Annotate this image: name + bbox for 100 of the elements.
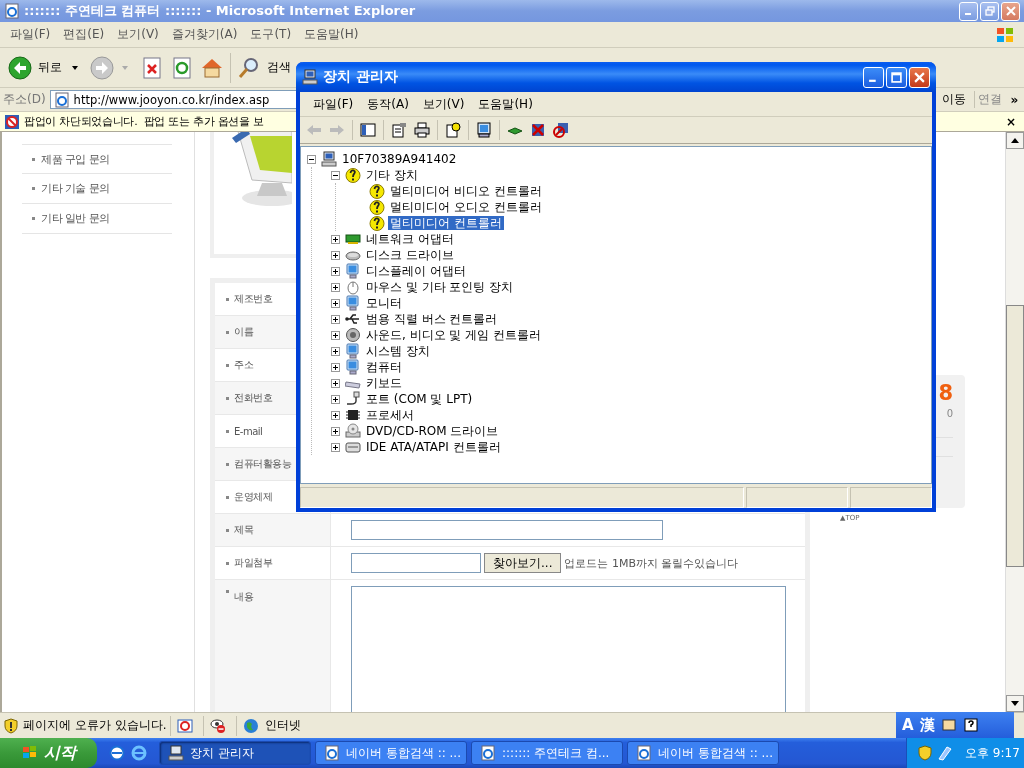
back-label[interactable]: 뒤로 (38, 59, 62, 76)
tree-item[interactable]: 범용 직렬 버스 컨트롤러 (364, 312, 500, 326)
expand-icon[interactable] (331, 314, 340, 324)
menu-item[interactable]: 편집(E) (57, 26, 112, 43)
browse-button[interactable]: 찾아보기... (484, 553, 562, 573)
menu-item[interactable]: 보기(V) (415, 95, 472, 113)
taskbar-button[interactable]: 네이버 통합검색 :: ... (315, 741, 467, 765)
collapse-icon[interactable] (331, 170, 340, 180)
menu-item[interactable]: 보기(V) (111, 26, 166, 43)
close-button[interactable]: × (1001, 114, 1020, 129)
restore-button[interactable] (980, 1, 999, 21)
tree-item[interactable]: IDE ATA/ATAPI 컨트롤러 (364, 440, 503, 454)
properties-icon[interactable] (391, 122, 407, 138)
close-icon[interactable] (1005, 6, 1016, 16)
close-icon[interactable] (914, 71, 925, 83)
disable-icon[interactable] (553, 122, 569, 138)
start-button[interactable]: 시작 (0, 738, 97, 768)
tree-item[interactable]: DVD/CD-ROM 드라이브 (364, 424, 501, 438)
maximize-button[interactable] (886, 66, 907, 88)
shield-icon[interactable] (917, 745, 933, 761)
help-icon[interactable] (445, 122, 461, 138)
search-label[interactable]: 검색 (267, 59, 291, 76)
page-icon[interactable] (636, 745, 652, 761)
expand-icon[interactable] (331, 346, 340, 356)
expand-icon[interactable] (331, 362, 340, 372)
tree-item[interactable]: 포트 (COM 및 LPT) (364, 392, 475, 406)
browser-icon[interactable] (109, 745, 125, 761)
minimize-button[interactable] (863, 66, 884, 88)
menu-item[interactable]: 도구(T) (244, 26, 299, 43)
expand-icon[interactable] (331, 282, 340, 292)
menu-item[interactable]: 도움말(H) (471, 95, 540, 113)
expand-icon[interactable] (331, 394, 340, 404)
tree-item[interactable]: 모니터 (364, 296, 404, 310)
tray-app-icon[interactable] (937, 745, 953, 761)
language-indicator[interactable]: A (902, 716, 914, 734)
menu-item[interactable]: 도움말(H) (298, 26, 366, 43)
tree-item[interactable]: 10F70389A941402 (340, 152, 459, 166)
sidebar-link[interactable]: 제품 구입 문의 (41, 151, 110, 167)
scroll-up-icon[interactable] (1011, 138, 1019, 143)
scrollbar[interactable] (1005, 132, 1024, 712)
caret-icon[interactable] (72, 65, 78, 70)
minimize-button[interactable] (959, 1, 978, 21)
more-chevron[interactable]: » (1008, 92, 1021, 107)
tree-item[interactable]: 시스템 장치 (364, 344, 432, 358)
tree-item[interactable]: 마우스 및 기타 포인팅 장치 (364, 280, 516, 294)
tree-item[interactable]: 멀티미디어 컨트롤러 (388, 216, 504, 230)
expand-icon[interactable] (331, 266, 340, 276)
scroll-down-icon[interactable] (1011, 701, 1019, 706)
expand-icon[interactable] (331, 442, 340, 452)
expand-icon[interactable] (331, 298, 340, 308)
tree-item[interactable]: 디스크 드라이브 (364, 248, 456, 262)
help-icon[interactable] (962, 717, 979, 733)
expand-icon[interactable] (331, 250, 340, 260)
tree-item[interactable]: 기타 장치 (364, 168, 420, 182)
menu-item[interactable]: 파일(F) (4, 26, 58, 43)
title-input[interactable] (351, 520, 663, 540)
uninstall-icon[interactable] (530, 122, 546, 138)
expand-icon[interactable] (331, 330, 340, 340)
tree-item[interactable]: 멀티미디어 비디오 컨트롤러 (388, 184, 544, 198)
page-icon[interactable] (480, 745, 496, 761)
maximize-icon[interactable] (891, 71, 902, 83)
privacy-eye-icon[interactable] (210, 717, 227, 734)
collapse-icon[interactable] (307, 154, 316, 164)
expand-icon[interactable] (331, 426, 340, 436)
menu-item[interactable]: 동작(A) (360, 95, 416, 113)
page-icon[interactable] (324, 745, 340, 761)
close-button[interactable] (909, 66, 930, 88)
tree-pane-icon[interactable] (360, 122, 376, 138)
refresh-icon[interactable] (170, 55, 194, 80)
taskbar-button[interactable]: 네이버 통합검색 :: ... (627, 741, 779, 765)
computer-icon[interactable] (168, 745, 184, 761)
tree-item[interactable]: 멀티미디어 오디오 컨트롤러 (388, 200, 544, 214)
close-button[interactable] (1001, 1, 1020, 21)
printer-icon[interactable] (414, 122, 430, 138)
warning-shield-icon[interactable] (3, 717, 19, 734)
sidebar-link[interactable]: 기타 기술 문의 (41, 181, 110, 196)
tree-item[interactable]: 사운드, 비디오 및 게임 컨트롤러 (364, 328, 544, 342)
sidebar-link[interactable]: 기타 일반 문의 (41, 211, 110, 226)
expand-icon[interactable] (331, 378, 340, 388)
browser-icon[interactable] (131, 745, 147, 761)
tree-item[interactable]: 네트워크 어댑터 (364, 232, 456, 246)
taskbar-button[interactable]: 장치 관리자 (159, 741, 311, 765)
tree-item[interactable]: 키보드 (364, 376, 404, 390)
taskbar-button[interactable]: ::::::: 주연테크 컴... (471, 741, 623, 765)
tree-item[interactable]: 프로세서 (364, 408, 416, 422)
scroll-thumb[interactable] (1006, 305, 1024, 567)
stop-icon[interactable] (140, 55, 164, 80)
language-indicator[interactable]: 漢 (919, 715, 935, 735)
menu-item[interactable]: 파일(F) (306, 95, 361, 113)
menu-item[interactable]: 즐겨찾기(A) (165, 26, 245, 43)
popup-blocked-icon[interactable] (177, 717, 194, 734)
go-button[interactable]: 이동 (937, 91, 970, 108)
file-path-input[interactable] (351, 553, 481, 573)
language-bar[interactable]: A 漢 (896, 712, 1014, 738)
expand-icon[interactable] (331, 410, 340, 420)
tree-item[interactable]: 컴퓨터 (364, 360, 404, 374)
tree-item[interactable]: 디스플레이 어댑터 (364, 264, 468, 278)
search-icon[interactable] (237, 55, 261, 80)
scan-hardware-icon[interactable] (476, 122, 492, 138)
expand-icon[interactable] (331, 234, 340, 244)
